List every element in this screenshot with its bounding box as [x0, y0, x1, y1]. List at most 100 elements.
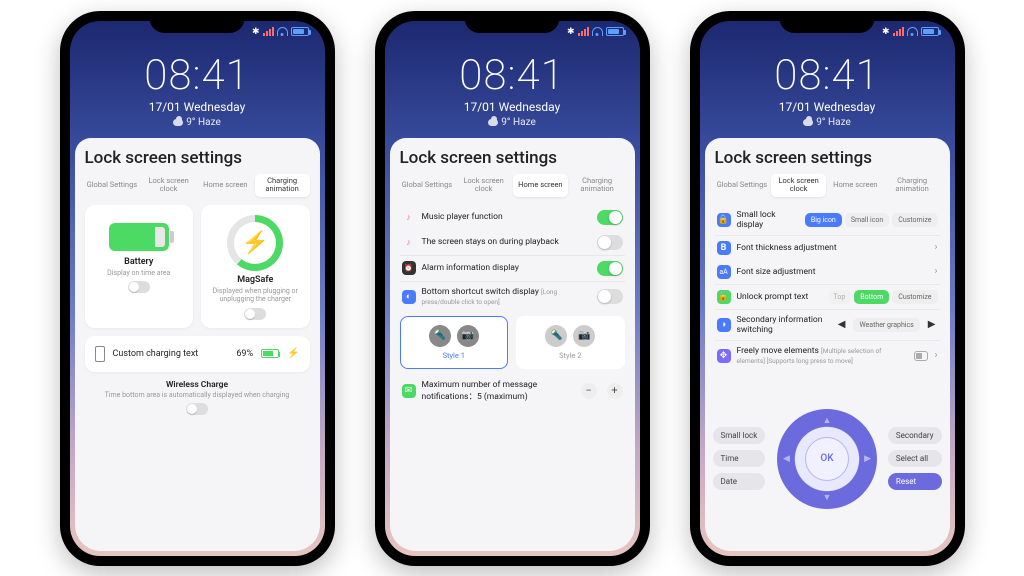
magsafe-card[interactable]: ⚡ MagSafe Displayed when plugging or unp…: [201, 205, 310, 328]
seg-bottom[interactable]: Bottom: [854, 290, 889, 304]
plus-button[interactable]: +: [607, 383, 623, 399]
seg-small-icon[interactable]: Small icon: [845, 213, 889, 227]
settings-panel: Lock screen settings Global Settings Loc…: [705, 138, 950, 551]
weather: 9° Haze: [385, 117, 640, 128]
battery-toggle[interactable]: [128, 281, 150, 293]
magsafe-toggle[interactable]: [244, 308, 266, 320]
signal-icon: [893, 27, 904, 36]
panel-title: Lock screen settings: [715, 148, 940, 168]
chevron-right-icon: ›: [934, 350, 937, 361]
tab-home[interactable]: Home screen: [513, 174, 568, 197]
wireless-title: Wireless Charge: [85, 380, 310, 390]
row-font-size[interactable]: aA Font size adjustment ›: [715, 260, 940, 285]
seg-big-icon[interactable]: Big icon: [805, 213, 842, 227]
tabs: Global Settings Lock screen clock Home s…: [715, 174, 940, 197]
style-1[interactable]: 🔦📷 Style 1: [400, 316, 509, 369]
tab-clock[interactable]: Lock screen clock: [141, 174, 196, 197]
panel-title: Lock screen settings: [85, 148, 310, 168]
date: 17/01 Wednesday: [385, 100, 640, 114]
move-icon: ✥: [717, 349, 731, 363]
flashlight-icon: 🔦: [545, 325, 567, 347]
battery-card[interactable]: Battery Display on time area: [85, 205, 194, 328]
custom-label: Custom charging text: [113, 349, 229, 359]
seg-top[interactable]: Top: [828, 290, 852, 304]
bolt-icon: ⚡: [242, 230, 269, 255]
weather: 9° Haze: [700, 117, 955, 128]
stays-toggle[interactable]: [597, 235, 623, 250]
row-max-notif: ✉ Maximum number of message notification…: [400, 375, 625, 407]
music-toggle[interactable]: [597, 210, 623, 225]
wireless-toggle[interactable]: [186, 403, 208, 415]
bluetooth-icon: ✱: [252, 27, 260, 37]
tabs: Global Settings Lock screen clock Home s…: [400, 174, 625, 197]
row-screen-stays: ♪ The screen stays on during playback: [400, 230, 625, 256]
unlock-icon: 🔓: [717, 290, 731, 304]
chevron-right-icon: ›: [934, 266, 937, 277]
btn-secondary[interactable]: Secondary: [888, 427, 942, 444]
battery-title: Battery: [91, 257, 188, 267]
style-2[interactable]: 🔦📷 Style 2: [516, 316, 625, 369]
dpad[interactable]: ▲ ▼ ◀ ▶ OK: [777, 409, 877, 509]
dpad-right[interactable]: ▶: [864, 454, 871, 464]
arrow-left[interactable]: ◀: [836, 319, 848, 330]
dpad-down[interactable]: ▼: [823, 492, 832, 503]
row-alarm: ⏰ Alarm information display: [400, 256, 625, 282]
battery-status-icon: [606, 27, 624, 36]
clock: 08:41: [70, 51, 325, 100]
tab-global[interactable]: Global Settings: [85, 174, 140, 197]
wireless-section: Wireless Charge Time bottom area is auto…: [85, 380, 310, 415]
cloud-icon: [803, 119, 813, 126]
pct-battery-icon: [261, 349, 279, 358]
bolt-icon: ⚡: [287, 348, 299, 359]
tab-charging[interactable]: Charging animation: [885, 174, 940, 197]
settings-panel: Lock screen settings Global Settings Loc…: [390, 138, 635, 551]
phone-icon: [95, 346, 105, 362]
flashlight-icon: 🔦: [429, 325, 451, 347]
btn-small-lock[interactable]: Small lock: [713, 427, 766, 444]
tab-global[interactable]: Global Settings: [400, 174, 455, 197]
tab-charging[interactable]: Charging animation: [570, 174, 625, 197]
row-small-lock: 🔒 Small lock display Big icon Small icon…: [715, 205, 940, 236]
tabs: Global Settings Lock screen clock Home s…: [85, 174, 310, 197]
dpad-ok[interactable]: OK: [805, 437, 849, 481]
dpad-area: Small lock Time Date ▲ ▼ ◀ ▶ OK Secondar…: [715, 375, 940, 543]
btn-select-all[interactable]: Select all: [888, 450, 942, 467]
wireless-sub: Time bottom area is automatically displa…: [85, 391, 310, 399]
btn-date[interactable]: Date: [713, 473, 766, 490]
tab-home[interactable]: Home screen: [828, 174, 883, 197]
btn-time[interactable]: Time: [713, 450, 766, 467]
battery-sub: Display on time area: [91, 269, 188, 277]
dpad-left[interactable]: ◀: [783, 454, 790, 464]
tab-home[interactable]: Home screen: [198, 174, 253, 197]
notch: [150, 11, 245, 33]
row-bottom-shortcut: ◐ Bottom shortcut switch display [Long p…: [400, 282, 625, 312]
row-unlock-prompt: 🔓 Unlock prompt text Top Bottom Customiz…: [715, 285, 940, 310]
minus-button[interactable]: −: [581, 383, 597, 399]
magsafe-title: MagSafe: [207, 275, 304, 285]
row-font-thick[interactable]: B Font thickness adjustment ›: [715, 236, 940, 260]
music-icon: ♪: [402, 235, 416, 249]
battery-icon: [109, 223, 169, 251]
clock: 08:41: [700, 51, 955, 100]
seg-customize[interactable]: Customize: [892, 213, 937, 227]
magsafe-icon: ⚡: [227, 215, 283, 271]
battery-status-icon: [291, 27, 309, 36]
dpad-up[interactable]: ▲: [823, 415, 832, 426]
btn-reset[interactable]: Reset: [888, 473, 942, 490]
shortcut-icon: ◐: [402, 290, 416, 304]
screen: ✱ 08:41 17/01 Wednesday 9° Haze Lock scr…: [70, 21, 325, 556]
seg-customize[interactable]: Customize: [892, 290, 937, 304]
tab-global[interactable]: Global Settings: [715, 174, 770, 197]
shortcut-toggle[interactable]: [597, 289, 623, 304]
move-toggle[interactable]: [914, 351, 928, 361]
tab-clock[interactable]: Lock screen clock: [771, 174, 826, 197]
custom-charge-card[interactable]: Custom charging text 69% ⚡: [85, 336, 310, 372]
bold-icon: B: [717, 241, 731, 255]
tab-clock[interactable]: Lock screen clock: [456, 174, 511, 197]
tab-charging[interactable]: Charging animation: [255, 174, 310, 197]
arrow-right[interactable]: ▶: [926, 319, 938, 330]
magsafe-sub: Displayed when plugging or unplugging th…: [207, 287, 304, 304]
wifi-icon: [907, 28, 918, 36]
alarm-toggle[interactable]: [597, 261, 623, 276]
style-row: 🔦📷 Style 1 🔦📷 Style 2: [400, 316, 625, 369]
